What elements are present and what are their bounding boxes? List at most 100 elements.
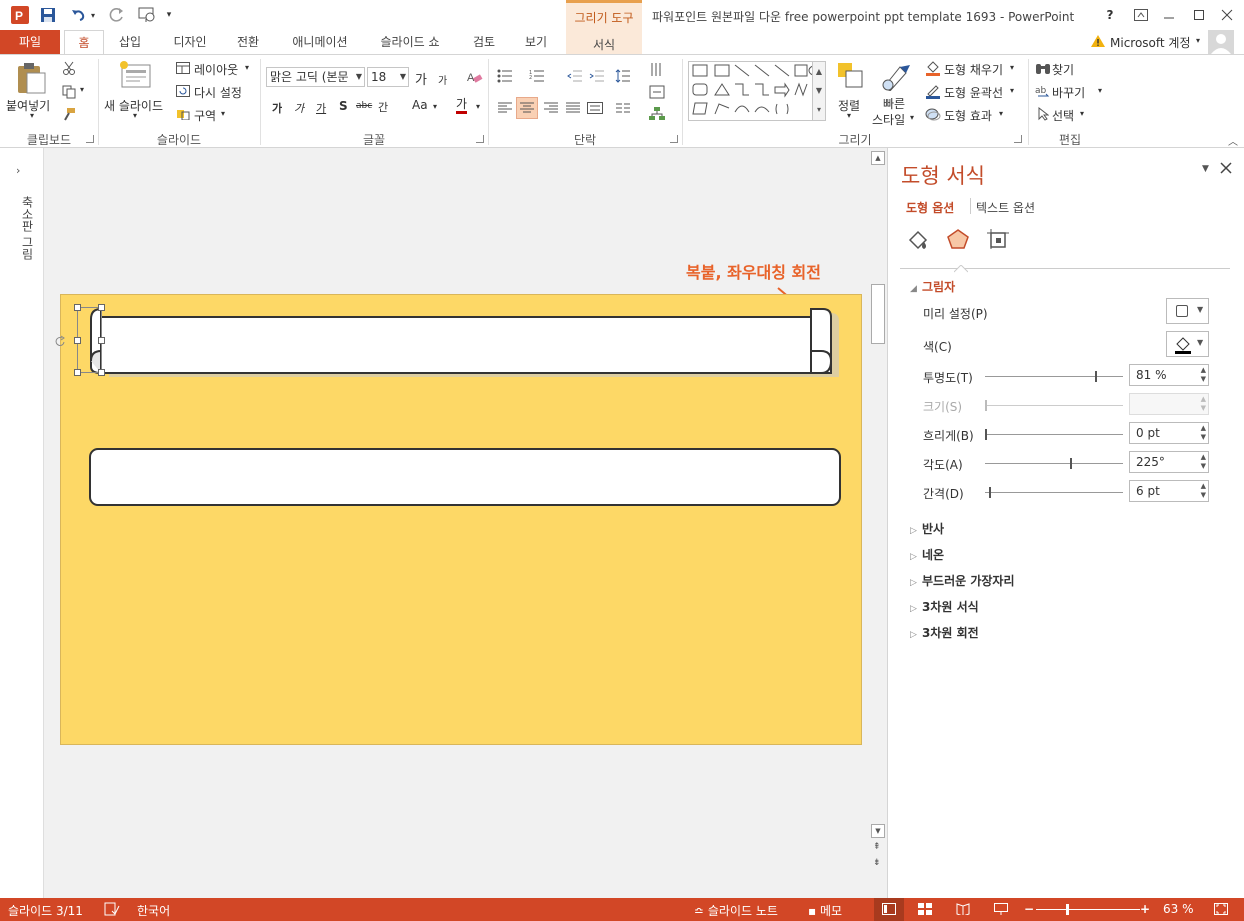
scroll-thumb[interactable] (871, 284, 885, 344)
zoom-out-button[interactable]: − (1024, 902, 1034, 916)
tab-insert[interactable]: 삽입 (110, 30, 150, 54)
shape-effects-label[interactable]: 도형 효과 (944, 107, 992, 124)
replace-icon[interactable]: ab (1034, 82, 1052, 100)
underline-button[interactable]: 가 (316, 100, 326, 116)
columns-icon[interactable] (614, 99, 632, 117)
font-size-combo[interactable]: 18 ▼ (367, 67, 409, 87)
numbering-icon[interactable]: 12 (528, 67, 546, 85)
slider-thumb[interactable] (1070, 458, 1072, 469)
distributed-icon[interactable] (586, 99, 604, 117)
shape-effects-icon[interactable] (924, 105, 942, 123)
minimize-icon[interactable] (1160, 6, 1178, 24)
arrange-dropdown-icon[interactable]: ▾ (847, 111, 851, 120)
save-icon[interactable] (38, 6, 58, 24)
select-dropdown-icon[interactable]: ▾ (1080, 109, 1084, 118)
layout-dropdown-icon[interactable]: ▾ (245, 63, 249, 72)
quick-styles-label-1[interactable]: 빠른 (883, 95, 905, 112)
tab-shape-options[interactable]: 도형 옵션 (906, 199, 954, 216)
scroll-up-icon[interactable]: ▲ (871, 151, 885, 165)
grow-font-button[interactable]: 가 (415, 69, 427, 88)
shrink-font-button[interactable]: 가 (438, 72, 447, 87)
collapse-ribbon-icon[interactable]: ︿ (1228, 133, 1238, 148)
vertical-scrollbar[interactable]: ▲ ▼ ⇞ ⇟ (869, 148, 887, 898)
select-label[interactable]: 선택 (1052, 107, 1074, 124)
quick-styles-icon[interactable] (880, 61, 912, 94)
clipboard-launcher-icon[interactable] (86, 135, 94, 143)
distance-slider[interactable] (985, 487, 1123, 498)
format-painter-icon[interactable] (60, 105, 78, 123)
spin-arrows-icon[interactable]: ▲ ▼ (1201, 366, 1206, 384)
tab-design[interactable]: 디자인 (162, 30, 218, 54)
reset-label[interactable]: 다시 설정 (194, 84, 242, 101)
notes-button[interactable]: ≏ 슬라이드 노트 (694, 902, 778, 919)
bold-button[interactable]: 가 (272, 100, 282, 116)
angle-slider[interactable] (985, 458, 1123, 469)
layout-label[interactable]: 레이아웃 (194, 61, 238, 78)
spin-arrows-icon[interactable]: ▲ ▼ (1201, 424, 1206, 442)
undo-dropdown-icon[interactable]: ▾ (88, 6, 98, 24)
align-left-icon[interactable] (496, 99, 514, 117)
slide-indicator[interactable]: 슬라이드 3/11 (8, 902, 83, 919)
pane-options-icon[interactable]: ▼ (1202, 164, 1209, 174)
clear-formatting-icon[interactable]: A (466, 68, 484, 86)
find-label[interactable]: 찾기 (1052, 61, 1074, 78)
blur-slider[interactable] (985, 429, 1123, 440)
reset-icon[interactable] (174, 82, 192, 100)
glow-section[interactable]: ▷ 네온 (910, 546, 944, 563)
tab-text-options[interactable]: 텍스트 옵션 (976, 199, 1035, 216)
comments-button[interactable]: ▪ 메모 (808, 902, 842, 919)
fit-to-window-icon[interactable] (1214, 903, 1228, 918)
arrange-icon[interactable] (836, 61, 866, 94)
cursor-icon[interactable] (1034, 105, 1052, 123)
section-dropdown-icon[interactable]: ▾ (221, 109, 225, 118)
slideshow-start-icon[interactable] (136, 6, 158, 24)
resize-handle[interactable] (74, 369, 81, 376)
line-spacing-icon[interactable] (614, 67, 632, 85)
text-direction-icon[interactable] (648, 61, 666, 79)
replace-label[interactable]: 바꾸기 (1052, 84, 1085, 101)
font-color-button[interactable]: 가 (456, 97, 468, 114)
quick-styles-label-2[interactable]: 스타일 (872, 111, 905, 128)
ribbon-display-icon[interactable] (1132, 6, 1150, 24)
avatar[interactable] (1208, 30, 1234, 57)
tab-view[interactable]: 보기 (516, 30, 556, 54)
decrease-indent-icon[interactable] (566, 67, 584, 85)
gallery-scroll[interactable]: ▲ ▼ ▾ (812, 61, 826, 121)
zoom-level[interactable]: 63 % (1163, 902, 1194, 916)
3d-rotation-section[interactable]: ▷ 3차원 회전 (910, 624, 979, 641)
presets-button[interactable]: ▼ (1166, 298, 1209, 324)
account-dropdown-icon[interactable]: ▾ (1196, 36, 1200, 45)
slide-canvas[interactable] (55, 294, 862, 745)
spin-arrows-icon[interactable]: ▲ ▼ (1201, 482, 1206, 500)
scroll-banner-shape[interactable] (75, 305, 855, 379)
paragraph-launcher-icon[interactable] (670, 135, 678, 143)
tab-animations[interactable]: 애니메이션 (282, 30, 358, 54)
increase-indent-icon[interactable] (588, 67, 606, 85)
layout-icon[interactable] (174, 59, 192, 77)
effects-icon[interactable] (946, 228, 970, 253)
customize-qat-icon[interactable]: ▾ (164, 6, 174, 24)
redo-icon[interactable] (108, 6, 126, 24)
quick-styles-dropdown-icon[interactable]: ▾ (910, 113, 914, 122)
slide-sorter-icon[interactable] (918, 903, 932, 918)
previous-slide-icon[interactable]: ⇞ (873, 842, 881, 852)
justify-icon[interactable] (564, 99, 582, 117)
transparency-spinner[interactable]: 81 % ▲ ▼ (1129, 364, 1209, 386)
thumbnail-pane-label[interactable]: 축소판 그림 (6, 196, 36, 266)
tab-file[interactable]: 파일 (0, 30, 60, 54)
resize-handle[interactable] (74, 304, 81, 311)
slider-thumb[interactable] (989, 487, 991, 498)
angle-spinner[interactable]: 225° ▲ ▼ (1129, 451, 1209, 473)
font-name-combo[interactable]: 맑은 고딕 (본문 ▼ (266, 67, 365, 87)
resize-handle[interactable] (98, 304, 105, 311)
blur-spinner[interactable]: 0 pt ▲ ▼ (1129, 422, 1209, 444)
normal-view-button[interactable] (874, 898, 904, 921)
paste-dropdown-icon[interactable]: ▾ (30, 111, 34, 120)
shapes-gallery[interactable] (688, 61, 826, 121)
shadow-section-header[interactable]: ◢ 그림자 (910, 278, 955, 295)
align-center-icon[interactable] (516, 97, 538, 119)
shape-effects-dropdown-icon[interactable]: ▾ (999, 109, 1003, 118)
paste-label[interactable]: 붙여넣기 (6, 97, 50, 114)
resize-handle[interactable] (98, 369, 105, 376)
reflection-section[interactable]: ▷ 반사 (910, 520, 944, 537)
